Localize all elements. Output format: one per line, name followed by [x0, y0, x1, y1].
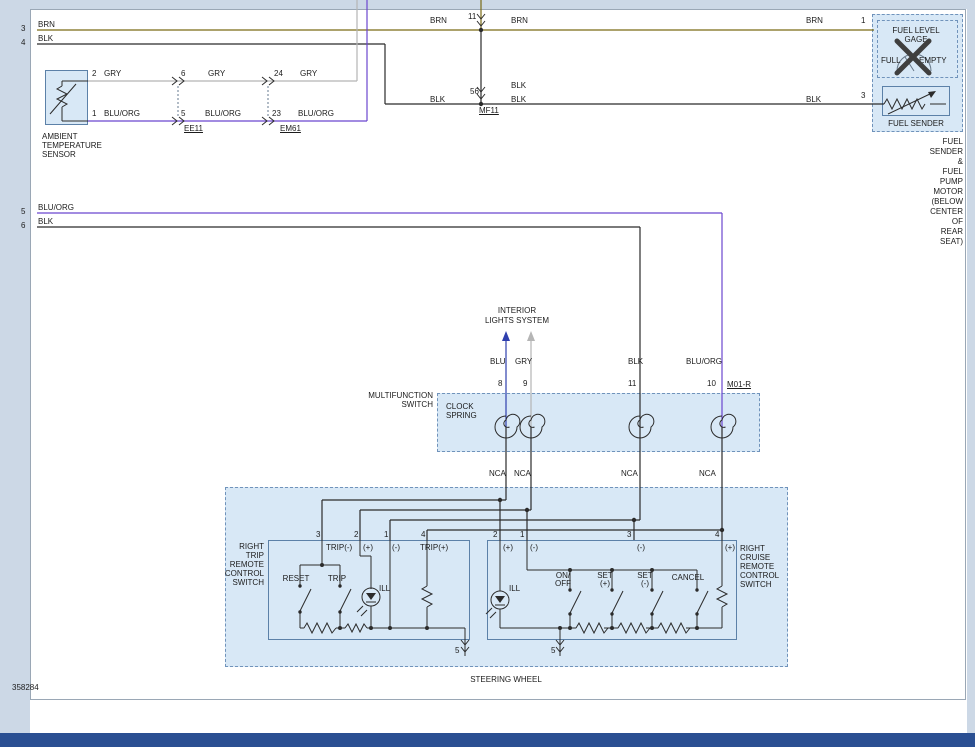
blk-label-left: BLK — [430, 95, 445, 104]
brn-label-right: BRN — [511, 16, 528, 25]
blu-wire-label: BLU — [490, 357, 506, 366]
multifunction-switch-label: MULTIFUNCTION SWITCH — [368, 391, 433, 409]
gry-wire-label: GRY — [515, 357, 532, 366]
gry-label-1: GRY — [104, 69, 121, 78]
clock-spring-label: CLOCK SPRING — [446, 402, 477, 420]
ee11-pin-6: 6 — [181, 69, 185, 78]
nca-label-2: NCA — [514, 469, 531, 478]
trip-pin-4: 4 — [421, 530, 425, 539]
sensor-pin-2: 2 — [92, 69, 96, 78]
connector-11: 11 — [468, 12, 476, 21]
connector-mf11: MF11 — [479, 106, 499, 115]
bluorg-label-1: BLU/ORG — [104, 109, 140, 118]
taskbar — [0, 733, 975, 747]
cruise-plus-4: (+) — [725, 543, 735, 552]
wire-4-color: BLK — [38, 34, 53, 43]
trip-minus-label: TRIP(-) — [326, 543, 352, 552]
trip-pin-5: 5 — [455, 646, 459, 655]
em61-pin-23: 23 — [272, 109, 281, 118]
trip-pin-3: 3 — [316, 530, 320, 539]
nca-label-4: NCA — [699, 469, 716, 478]
trip-pin-2: 2 — [354, 530, 358, 539]
cruise-plus-2: (+) — [503, 543, 513, 552]
ill-label-2: ILL — [509, 584, 520, 593]
right-margin — [967, 9, 975, 733]
wire-5-number: 5 — [21, 207, 25, 216]
left-margin — [0, 0, 30, 733]
cruise-pin-4: 4 — [715, 530, 719, 539]
ambient-temperature-sensor-box — [45, 70, 88, 125]
connector-em61: EM61 — [280, 124, 301, 133]
onoff-label: ON/ OFF — [555, 572, 571, 588]
diagram-number: 358284 — [12, 683, 39, 692]
fuel-pin-3: 3 — [861, 91, 865, 100]
mf11-pin-56: 56 — [470, 87, 479, 96]
cruise-remote-switch-box — [487, 540, 737, 640]
connector-m01r: M01-R — [727, 380, 751, 389]
set-minus-label: SET (-) — [637, 572, 653, 588]
em61-pin-24: 24 — [274, 69, 283, 78]
blk-label-upper: BLK — [511, 81, 526, 90]
cruise-pin-5: 5 — [551, 646, 555, 655]
mf-pin-11: 11 — [628, 379, 636, 388]
mf-pin-9: 9 — [523, 379, 527, 388]
trip-pin-1: 1 — [384, 530, 388, 539]
trip-remote-switch-box — [268, 540, 470, 640]
ee11-pin-5: 5 — [181, 109, 185, 118]
ill-label-1: ILL — [379, 584, 390, 593]
cancel-label: CANCEL — [672, 573, 704, 582]
cruise-pin-1: 1 — [520, 530, 524, 539]
mf-pin-10: 10 — [707, 379, 716, 388]
nca-label-3: NCA — [621, 469, 638, 478]
fuel-sender-label: FUEL SENDER — [888, 119, 944, 128]
cruise-pin-3: 3 — [627, 530, 631, 539]
cursor-x-icon[interactable] — [888, 34, 934, 80]
wire-5-color: BLU/ORG — [38, 203, 74, 212]
ambient-sensor-label: AMBIENT TEMPERATURE SENSOR — [42, 132, 102, 159]
mf-pin-8: 8 — [498, 379, 502, 388]
trip-button-label: TRIP — [328, 574, 346, 583]
multifunction-switch-box — [437, 393, 760, 452]
fuel-pin-1: 1 — [861, 16, 865, 25]
trip-plus-terminal: (+) — [363, 543, 373, 552]
wire-6-number: 6 — [21, 221, 25, 230]
trip-switch-label: RIGHT TRIP REMOTE CONTROL SWITCH — [225, 542, 264, 587]
fuel-caption: FUEL SENDER & FUEL PUMP MOTOR (BELOW CEN… — [930, 137, 963, 247]
brn-label-far-right: BRN — [806, 16, 823, 25]
connector-ee11: EE11 — [184, 124, 203, 133]
brn-label-left: BRN — [430, 16, 447, 25]
steering-wheel-label: STEERING WHEEL — [470, 675, 542, 684]
gry-label-3: GRY — [300, 69, 317, 78]
cruise-minus-1: (-) — [530, 543, 538, 552]
interior-lights-label: INTERIOR LIGHTS SYSTEM — [485, 306, 549, 326]
trip-minus-terminal: (-) — [392, 543, 400, 552]
trip-plus-label: TRIP(+) — [420, 543, 448, 552]
blk-label-right: BLK — [511, 95, 526, 104]
bluorg-wire-label: BLU/ORG — [686, 357, 722, 366]
wire-3-color: BRN — [38, 20, 55, 29]
gry-label-2: GRY — [208, 69, 225, 78]
cruise-switch-label: RIGHT CRUISE REMOTE CONTROL SWITCH — [740, 544, 779, 589]
bluorg-label-3: BLU/ORG — [298, 109, 334, 118]
sensor-pin-1: 1 — [92, 109, 96, 118]
wire-3-number: 3 — [21, 24, 25, 33]
cruise-pin-2: 2 — [493, 530, 497, 539]
cruise-minus-3: (-) — [637, 543, 645, 552]
reset-label: RESET — [283, 574, 310, 583]
fuel-sender-box — [882, 86, 950, 116]
blk-wire-label: BLK — [628, 357, 643, 366]
wire-4-number: 4 — [21, 38, 25, 47]
bluorg-label-2: BLU/ORG — [205, 109, 241, 118]
blk-label-far-right: BLK — [806, 95, 821, 104]
top-margin — [0, 0, 975, 9]
wire-6-color: BLK — [38, 217, 53, 226]
set-plus-label: SET (+) — [597, 572, 613, 588]
nca-label-1: NCA — [489, 469, 506, 478]
